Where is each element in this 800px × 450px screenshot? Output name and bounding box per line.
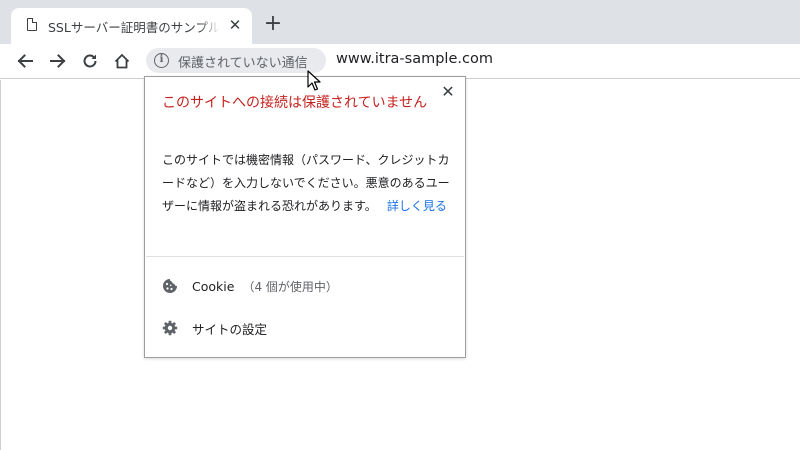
- site-info-popup: ✕ このサイトへの接続は保護されていません このサイトでは機密情報（パスワード、…: [144, 76, 466, 358]
- popup-title: このサイトへの接続は保護されていません: [162, 95, 428, 111]
- mouse-cursor-icon: [307, 70, 321, 91]
- tab-strip: SSLサーバー証明書のサンプル ✕ +: [0, 0, 800, 44]
- arrow-left-icon: [17, 54, 33, 68]
- learn-more-link[interactable]: 詳しく見る: [387, 199, 447, 213]
- arrow-right-icon: [50, 54, 66, 68]
- reload-button[interactable]: [77, 48, 103, 74]
- home-icon: [114, 53, 130, 69]
- popup-close-icon[interactable]: ✕: [439, 83, 457, 101]
- security-chip[interactable]: i 保護されていない通信: [146, 48, 326, 73]
- cookie-count: （4 個が使用中）: [242, 279, 338, 294]
- tab-title: SSLサーバー証明書のサンプル: [48, 20, 220, 35]
- cookie-label: Cookie: [192, 278, 235, 294]
- back-button[interactable]: [12, 48, 38, 74]
- popup-divider: [146, 256, 464, 257]
- cookie-icon: [162, 278, 178, 294]
- cookie-row[interactable]: Cookie （4 個が使用中）: [162, 274, 452, 298]
- home-button[interactable]: [109, 48, 135, 74]
- url-text[interactable]: www.itra-sample.com: [336, 51, 493, 67]
- gear-icon: [162, 320, 178, 336]
- new-tab-button[interactable]: +: [262, 13, 284, 35]
- site-settings-label: サイトの設定: [192, 321, 268, 337]
- reload-icon: [83, 54, 97, 68]
- tab-active[interactable]: SSLサーバー証明書のサンプル ✕: [11, 8, 252, 44]
- forward-button[interactable]: [45, 48, 71, 74]
- popup-body: このサイトでは機密情報（パスワード、クレジットカードなど）を入力しないでください…: [162, 149, 452, 218]
- browser-window: SSLサーバー証明書のサンプル ✕ + i 保護されていない通信 www.itr…: [0, 0, 800, 450]
- security-chip-label: 保護されていない通信: [178, 56, 308, 71]
- document-icon: [27, 18, 37, 31]
- site-settings-row[interactable]: サイトの設定: [162, 316, 452, 340]
- tab-close-icon[interactable]: ✕: [226, 16, 244, 34]
- toolbar: i 保護されていない通信 www.itra-sample.com: [0, 44, 800, 79]
- info-icon: i: [154, 53, 169, 68]
